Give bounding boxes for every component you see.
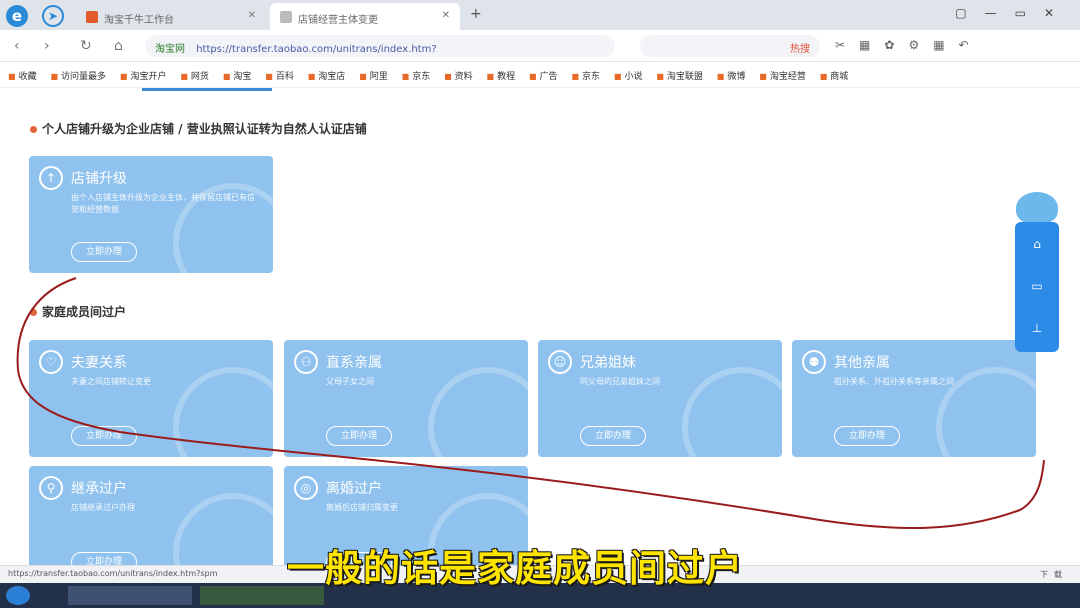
close-icon[interactable]: ✕	[248, 10, 256, 21]
new-tab-button[interactable]: +	[470, 6, 482, 22]
bookmark-item[interactable]: 淘宝开户	[120, 72, 167, 82]
bookmark-item[interactable]: 小说	[614, 72, 643, 82]
bookmark-item[interactable]: 收藏	[8, 72, 37, 82]
card-desc: 离婚后店铺归属变更	[326, 503, 398, 512]
bookmark-item[interactable]: 网货	[180, 72, 209, 82]
taskbar-app[interactable]	[68, 586, 192, 605]
refresh-icon[interactable]: ↻	[80, 38, 92, 54]
bookmark-item[interactable]: 淘宝店	[308, 72, 346, 82]
heart-icon: ♡	[39, 350, 63, 374]
mascot-icon[interactable]	[1016, 192, 1058, 224]
card-desc: 同父母的兄弟姐妹之间	[580, 377, 660, 386]
download-label[interactable]: 下载	[1040, 569, 1068, 580]
forward-icon[interactable]: ›	[44, 38, 50, 54]
video-subtitle: 一般的话是家庭成员间过户	[287, 547, 743, 590]
close-icon[interactable]: ✕	[442, 10, 450, 21]
home-icon[interactable]: ⌂	[1027, 234, 1047, 254]
bullet-dot	[30, 309, 37, 316]
card-title: 继承过户	[71, 481, 127, 497]
start-button[interactable]	[6, 586, 30, 605]
section-title-family: 家庭成员间过户	[30, 303, 126, 320]
card-store-upgrade[interactable]: ↑ 店铺升级 由个人店铺主体升级为企业主体，并保留店铺已有信誉和经营数据 立即办…	[29, 156, 273, 273]
apply-button[interactable]: 立即办理	[580, 426, 646, 446]
globe-icon: ◎	[294, 476, 318, 500]
card-desc: 父母子女之间	[326, 377, 374, 386]
card-desc: 夫妻之间店铺转让变更	[71, 377, 151, 386]
card-title: 离婚过户	[326, 481, 382, 497]
site-label: 淘宝网	[155, 44, 185, 55]
bookmark-item[interactable]: 资料	[444, 72, 473, 82]
tab-transfer[interactable]: 店铺经营主体变更 ✕	[270, 3, 460, 30]
apply-button[interactable]: 立即办理	[326, 426, 392, 446]
card-spouse[interactable]: ♡ 夫妻关系 夫妻之间店铺转让变更 立即办理	[29, 340, 273, 457]
face-icon: ☺	[548, 350, 572, 374]
nav-underline	[142, 88, 272, 91]
section-title-upgrade: 个人店铺升级为企业店铺 / 营业执照认证转为自然人认证店铺	[30, 120, 367, 137]
taobao-favicon-icon	[86, 11, 98, 23]
card-direct-relatives[interactable]: ⚇ 直系亲属 父母子女之间 立即办理	[284, 340, 528, 457]
family-icon: ⚇	[294, 350, 318, 374]
bookmark-item[interactable]: 京东	[402, 72, 431, 82]
bookmark-item[interactable]: 阿里	[359, 72, 388, 82]
card-desc: 由个人店铺主体升级为企业主体，并保留店铺已有信誉和经营数据	[71, 193, 255, 214]
card-siblings[interactable]: ☺ 兄弟姐妹 同父母的兄弟姐妹之间 立即办理	[538, 340, 782, 457]
bookmarks-bar: 收藏 访问量最多 淘宝开户 网货 淘宝 百科 淘宝店 阿里 京东 资料 教程 广…	[0, 62, 1080, 88]
bookmark-item[interactable]: 淘宝联盟	[656, 72, 703, 82]
card-desc: 祖孙关系、外祖孙关系等亲属之间	[834, 377, 954, 386]
tab-title: 店铺经营主体变更	[298, 15, 378, 26]
person-run-icon: ⚲	[39, 476, 63, 500]
toolbar-icons[interactable]: ✂▦✿⚙▦↶	[835, 38, 983, 52]
back-icon[interactable]: ‹	[14, 38, 20, 54]
card-other-relatives[interactable]: ⚉ 其他亲属 祖孙关系、外祖孙关系等亲属之间 立即办理	[792, 340, 1036, 457]
card-title: 直系亲属	[326, 355, 382, 371]
bookmark-item[interactable]: 微博	[717, 72, 746, 82]
browser-logo-icon[interactable]: e	[6, 5, 28, 27]
upload-icon: ↑	[39, 166, 63, 190]
card-desc: 店铺继承过户办理	[71, 503, 135, 512]
card-title: 兄弟姐妹	[580, 355, 636, 371]
bookmark-item[interactable]: 京东	[571, 72, 600, 82]
floating-toolbar: ⌂ ▭ ⊥	[1015, 222, 1059, 352]
apply-button[interactable]: 立即办理	[834, 426, 900, 446]
bookmark-item[interactable]: 商城	[820, 72, 849, 82]
message-icon[interactable]: ▭	[1027, 276, 1047, 296]
card-title: 店铺升级	[71, 171, 127, 187]
bullet-dot	[30, 126, 37, 133]
bookmark-item[interactable]: 教程	[487, 72, 516, 82]
bookmark-item[interactable]: 广告	[529, 72, 558, 82]
bookmark-item[interactable]: 访问量最多	[50, 72, 106, 82]
url-field[interactable]: 淘宝网 https://transfer.taobao.com/unitrans…	[145, 35, 615, 57]
card-title: 夫妻关系	[71, 355, 127, 371]
people-icon: ⚉	[802, 350, 826, 374]
url-text: https://transfer.taobao.com/unitrans/ind…	[196, 44, 437, 55]
card-title: 其他亲属	[834, 355, 890, 371]
search-hint: 热搜	[790, 44, 810, 55]
search-input[interactable]: 热搜	[640, 35, 820, 57]
status-url: https://transfer.taobao.com/unitrans/ind…	[8, 569, 218, 578]
location-icon[interactable]: ➤	[42, 5, 64, 27]
bookmark-item[interactable]: 淘宝	[223, 72, 252, 82]
bookmark-item[interactable]: 淘宝经营	[759, 72, 806, 82]
tab-title: 淘宝千牛工作台	[104, 15, 174, 26]
page-content: 个人店铺升级为企业店铺 / 营业执照认证转为自然人认证店铺 ↑ 店铺升级 由个人…	[0, 88, 1080, 583]
apply-button[interactable]: 立即办理	[71, 242, 137, 262]
browser-tabbar: e ➤ 淘宝千牛工作台 ✕ 店铺经营主体变更 ✕ + ▢—▭✕	[0, 0, 1080, 30]
address-toolbar: ‹ › ↻ ⌂ 淘宝网 https://transfer.taobao.com/…	[0, 30, 1080, 62]
home-icon[interactable]: ⌂	[114, 38, 123, 54]
tab-qianniu[interactable]: 淘宝千牛工作台 ✕	[76, 3, 266, 30]
service-icon[interactable]: ⊥	[1027, 318, 1047, 338]
apply-button[interactable]: 立即办理	[71, 426, 137, 446]
window-controls[interactable]: ▢—▭✕	[955, 6, 1072, 20]
bookmark-item[interactable]: 百科	[265, 72, 294, 82]
page-favicon-icon	[280, 11, 292, 23]
